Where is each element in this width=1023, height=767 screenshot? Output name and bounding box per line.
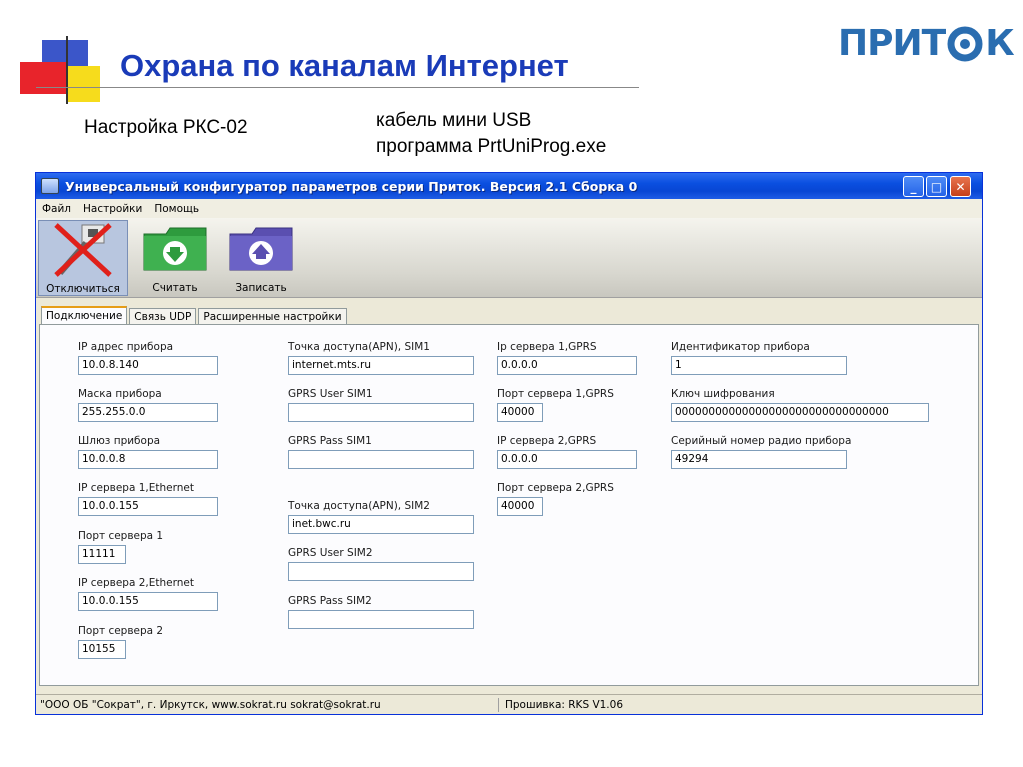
gprs-pass-sim2-field[interactable] (288, 610, 474, 629)
gprs-user-sim2-field[interactable] (288, 562, 474, 581)
decor-vertical-line (66, 36, 68, 104)
green-folder-download-icon (143, 227, 207, 271)
gprs-server1-ip-field[interactable]: 0.0.0.0 (497, 356, 637, 375)
decor-red-square (20, 62, 66, 94)
ip-device-label: IP адрес прибора (78, 341, 174, 353)
gateway-field[interactable]: 10.0.0.8 (78, 450, 218, 469)
configurator-window: Универсальный конфигуратор параметров се… (35, 172, 983, 715)
gprs-user-sim1-label: GPRS User SIM1 (288, 388, 373, 400)
gprs-server2-ip-field[interactable]: 0.0.0.0 (497, 450, 637, 469)
gprs-server2-ip-label: IP сервера 2,GPRS (497, 435, 597, 447)
pritok-logo: ПРИТ К (838, 22, 1015, 64)
ip-device-field[interactable]: 10.0.8.140 (78, 356, 218, 375)
mask-label: Маска прибора (78, 388, 162, 400)
mask-field[interactable]: 255.255.0.0 (78, 403, 218, 422)
menu-bar: Файл Настройки Помощь (36, 199, 982, 218)
network-cable-crossed-icon (54, 223, 112, 277)
status-firmware: Прошивка: RKS V1.06 (505, 698, 624, 711)
status-company: "ООО ОБ "Сократ", г. Иркутск, www.sokrat… (40, 698, 381, 711)
menu-help[interactable]: Помощь (148, 203, 205, 215)
encryption-key-field[interactable]: 00000000000000000000000000000000 (671, 403, 929, 422)
gprs-pass-sim2-label: GPRS Pass SIM2 (288, 595, 372, 607)
close-button[interactable]: ✕ (950, 176, 971, 197)
slide-title: Охрана по каналам Интернет (120, 48, 569, 83)
device-id-label: Идентификатор прибора (671, 341, 810, 353)
gprs-server2-port-field[interactable]: 40000 (497, 497, 543, 516)
read-button[interactable]: Считать (140, 220, 210, 296)
port-server2-label: Порт сервера 2 (78, 625, 164, 637)
port-server2-field[interactable]: 10155 (78, 640, 126, 659)
status-bar: "ООО ОБ "Сократ", г. Иркутск, www.sokrat… (36, 694, 982, 714)
decor-yellow-square (66, 66, 100, 102)
logo-text-right: К (985, 22, 1014, 64)
write-button[interactable]: Записать (221, 220, 301, 296)
tab-udp[interactable]: Связь UDP (129, 308, 197, 324)
slide-note-program: программа PrtUniProg.exe (376, 136, 607, 157)
radio-serial-label: Серийный номер радио прибора (671, 435, 852, 447)
apn-sim1-field[interactable]: internet.mts.ru (288, 356, 474, 375)
window-titlebar[interactable]: Универсальный конфигуратор параметров се… (36, 173, 982, 199)
apn-sim2-field[interactable]: inet.bwc.ru (288, 515, 474, 534)
apn-sim2-label: Точка доступа(APN), SIM2 (288, 500, 430, 512)
gprs-pass-sim1-label: GPRS Pass SIM1 (288, 435, 372, 447)
app-icon (41, 178, 59, 194)
gprs-server2-port-label: Порт сервера 2,GPRS (497, 482, 614, 494)
menu-file[interactable]: Файл (36, 203, 77, 215)
port-server1-label: Порт сервера 1 (78, 530, 164, 542)
radio-serial-field[interactable]: 49294 (671, 450, 847, 469)
device-id-field[interactable]: 1 (671, 356, 847, 375)
encryption-key-label: Ключ шифрования (671, 388, 775, 400)
eth-server1-field[interactable]: 10.0.0.155 (78, 497, 218, 516)
menu-settings[interactable]: Настройки (77, 203, 148, 215)
write-label: Записать (235, 282, 287, 294)
eth-server1-label: IP сервера 1,Ethernet (78, 482, 194, 494)
eth-server2-field[interactable]: 10.0.0.155 (78, 592, 218, 611)
eth-server2-label: IP сервера 2,Ethernet (78, 577, 194, 589)
tab-strip: Подключение Связь UDP Расширенные настро… (41, 306, 349, 324)
purple-folder-upload-icon (229, 227, 293, 271)
toolbar: Отключиться Считать Записать (36, 218, 982, 298)
logo-text-left: ПРИТ (838, 22, 946, 64)
gprs-server1-port-label: Порт сервера 1,GPRS (497, 388, 614, 400)
connection-panel: IP адрес прибора 10.0.8.140 Маска прибор… (39, 324, 979, 686)
gprs-pass-sim1-field[interactable] (288, 450, 474, 469)
tab-connection[interactable]: Подключение (41, 306, 128, 324)
tab-advanced[interactable]: Расширенные настройки (198, 308, 347, 324)
slide-note-cable: кабель мини USB (376, 110, 532, 131)
minimize-button[interactable]: _ (903, 176, 924, 197)
gprs-server1-port-field[interactable]: 40000 (497, 403, 543, 422)
gprs-server1-ip-label: Ip сервера 1,GPRS (497, 341, 597, 353)
decor-horizontal-line (36, 87, 639, 88)
window-title: Универсальный конфигуратор параметров се… (65, 178, 638, 194)
maximize-button[interactable]: □ (926, 176, 947, 197)
gprs-user-sim2-label: GPRS User SIM2 (288, 547, 373, 559)
gateway-label: Шлюз прибора (78, 435, 161, 447)
gprs-user-sim1-field[interactable] (288, 403, 474, 422)
slide-note-setup: Настройка РКС-02 (84, 117, 248, 138)
disconnect-label: Отключиться (46, 283, 120, 295)
apn-sim1-label: Точка доступа(APN), SIM1 (288, 341, 430, 353)
read-label: Считать (152, 282, 198, 294)
disconnect-button[interactable]: Отключиться (38, 220, 128, 296)
port-server1-field[interactable]: 11111 (78, 545, 126, 564)
logo-ring-icon (946, 24, 984, 62)
